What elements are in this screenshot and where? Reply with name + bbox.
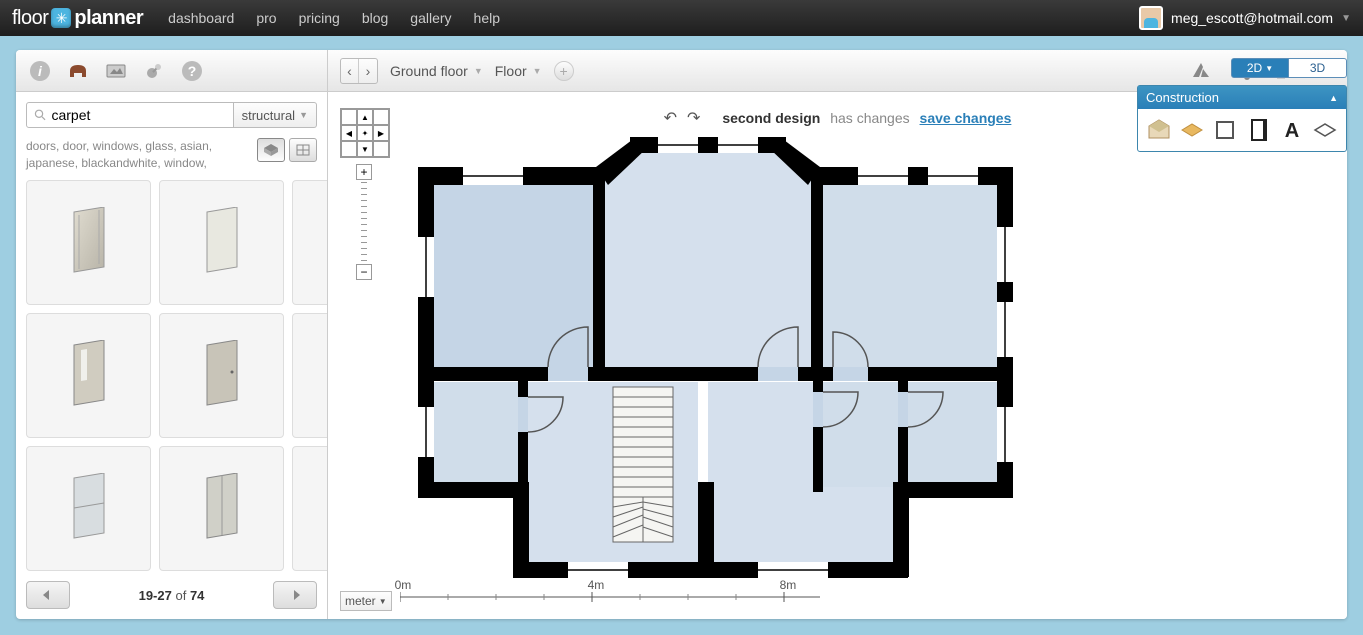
search-box — [26, 102, 234, 128]
logo[interactable]: floor ✳ planner — [12, 7, 143, 30]
design-status: has changes — [830, 110, 909, 126]
pan-controls: ▲ ◀ ✦ ▶ ▼ + − — [340, 108, 390, 280]
nav-dashboard[interactable]: dashboard — [168, 10, 234, 26]
pager-range: 19-27 — [139, 588, 172, 603]
item-tile[interactable] — [292, 446, 327, 571]
top-nav: dashboard pro pricing blog gallery help — [168, 10, 500, 26]
floor-tool-icon[interactable] — [1177, 115, 1206, 145]
construction-body: A — [1138, 109, 1346, 151]
furniture-icon[interactable] — [64, 57, 92, 85]
design-title: second design — [722, 110, 820, 126]
chevron-down-icon: ▼ — [474, 66, 483, 76]
pager-info: 19-27 of 74 — [139, 588, 205, 603]
save-link[interactable]: save changes — [920, 110, 1012, 126]
svg-text:A: A — [1285, 120, 1299, 141]
logo-icon: ✳ — [51, 8, 71, 28]
user-email: meg_escott@hotmail.com — [1171, 10, 1333, 26]
media-icon[interactable] — [102, 57, 130, 85]
zoom-slider: + − — [356, 164, 372, 280]
item-tile[interactable] — [26, 180, 151, 305]
ruler: meter ▼ 0m 4m 8m — [340, 591, 820, 611]
nav-blog[interactable]: blog — [362, 10, 388, 26]
ruler-line: 0m 4m 8m — [400, 592, 820, 610]
search-row: structural ▼ — [16, 92, 327, 138]
export-icon[interactable] — [1187, 57, 1215, 85]
undo-icon[interactable]: ↶ — [664, 108, 677, 128]
crumb-ground-floor[interactable]: Ground floor ▼ — [390, 63, 483, 79]
nav-forward-button[interactable]: › — [359, 59, 377, 83]
item-tile[interactable] — [26, 313, 151, 438]
zoom-out-button[interactable]: − — [356, 264, 372, 280]
nav-back-button[interactable]: ‹ — [341, 59, 359, 83]
top-header: floor ✳ planner dashboard pro pricing bl… — [0, 0, 1363, 36]
chevron-down-icon: ▼ — [299, 110, 308, 120]
item-tile[interactable] — [292, 180, 327, 305]
unit-select[interactable]: meter ▼ — [340, 591, 392, 611]
search-icon — [33, 107, 47, 123]
tags-row: doors, door, windows, glass, asian, japa… — [16, 138, 327, 180]
avatar — [1139, 6, 1163, 30]
nav-help[interactable]: help — [474, 10, 500, 26]
text-tool-icon[interactable]: A — [1277, 115, 1306, 145]
sidebar-toolbar: i ? — [16, 50, 327, 92]
room-tool-icon[interactable] — [1144, 115, 1173, 145]
tags[interactable]: doors, door, windows, glass, asian, japa… — [26, 138, 257, 172]
sidebar: i ? structural ▼ doors, door, windows, g… — [16, 50, 328, 619]
filter-select[interactable]: structural ▼ — [234, 102, 317, 128]
nav-gallery[interactable]: gallery — [410, 10, 451, 26]
view-2d-button[interactable]: 2D ▼ — [1231, 58, 1289, 78]
canvas[interactable]: ▲ ◀ ✦ ▶ ▼ + − ↶ ↷ — [328, 92, 1347, 619]
item-grid — [16, 180, 327, 571]
chevron-up-icon: ▲ — [1329, 93, 1338, 103]
pager: 19-27 of 74 — [16, 571, 327, 619]
item-tile[interactable] — [159, 446, 284, 571]
wall-tool-icon[interactable] — [1211, 115, 1240, 145]
link-icon[interactable] — [140, 57, 168, 85]
pan-sw[interactable] — [341, 141, 357, 157]
pan-se[interactable] — [373, 141, 389, 157]
filter-label: structural — [242, 108, 295, 123]
redo-icon[interactable]: ↷ — [687, 108, 700, 128]
view-3d-toggle[interactable] — [257, 138, 285, 162]
pager-total: 74 — [190, 588, 204, 603]
crumb-floor[interactable]: Floor ▼ — [495, 63, 542, 79]
zoom-in-button[interactable]: + — [356, 164, 372, 180]
construction-panel: Construction ▲ A — [1137, 85, 1347, 152]
view-mode-toggle: 2D ▼ 3D — [1231, 58, 1347, 78]
item-tile[interactable] — [26, 446, 151, 571]
nav-arrows: ‹ › — [340, 58, 378, 84]
construction-header[interactable]: Construction ▲ — [1138, 86, 1346, 109]
pager-prev[interactable] — [26, 581, 70, 609]
svg-text:?: ? — [188, 63, 197, 79]
undo-redo: ↶ ↷ — [664, 108, 701, 128]
logo-text-left: floor — [12, 7, 48, 30]
chevron-down-icon: ▼ — [1341, 13, 1351, 24]
help-icon[interactable]: ? — [178, 57, 206, 85]
user-menu[interactable]: meg_escott@hotmail.com ▼ — [1139, 6, 1351, 30]
search-input[interactable] — [51, 107, 226, 123]
chevron-down-icon: ▼ — [533, 66, 542, 76]
chevron-down-icon: ▼ — [379, 597, 387, 606]
door-tool-icon[interactable] — [1244, 115, 1273, 145]
nav-pricing[interactable]: pricing — [299, 10, 340, 26]
pager-next[interactable] — [273, 581, 317, 609]
item-tile[interactable] — [159, 313, 284, 438]
zoom-track[interactable] — [361, 182, 367, 262]
view-toggles — [257, 138, 317, 162]
item-tile[interactable] — [292, 313, 327, 438]
chevron-down-icon: ▼ — [1265, 64, 1273, 73]
floorplan[interactable] — [408, 137, 1028, 597]
view-2d-toggle[interactable] — [289, 138, 317, 162]
pager-of: of — [175, 588, 186, 603]
add-floor-button[interactable]: + — [554, 61, 574, 81]
nav-pro[interactable]: pro — [256, 10, 276, 26]
view-3d-button[interactable]: 3D — [1289, 58, 1347, 78]
dimension-tool-icon[interactable] — [1311, 115, 1340, 145]
pan-s[interactable]: ▼ — [357, 141, 373, 157]
logo-text-right: planner — [74, 7, 143, 30]
info-icon[interactable]: i — [26, 57, 54, 85]
item-tile[interactable] — [159, 180, 284, 305]
